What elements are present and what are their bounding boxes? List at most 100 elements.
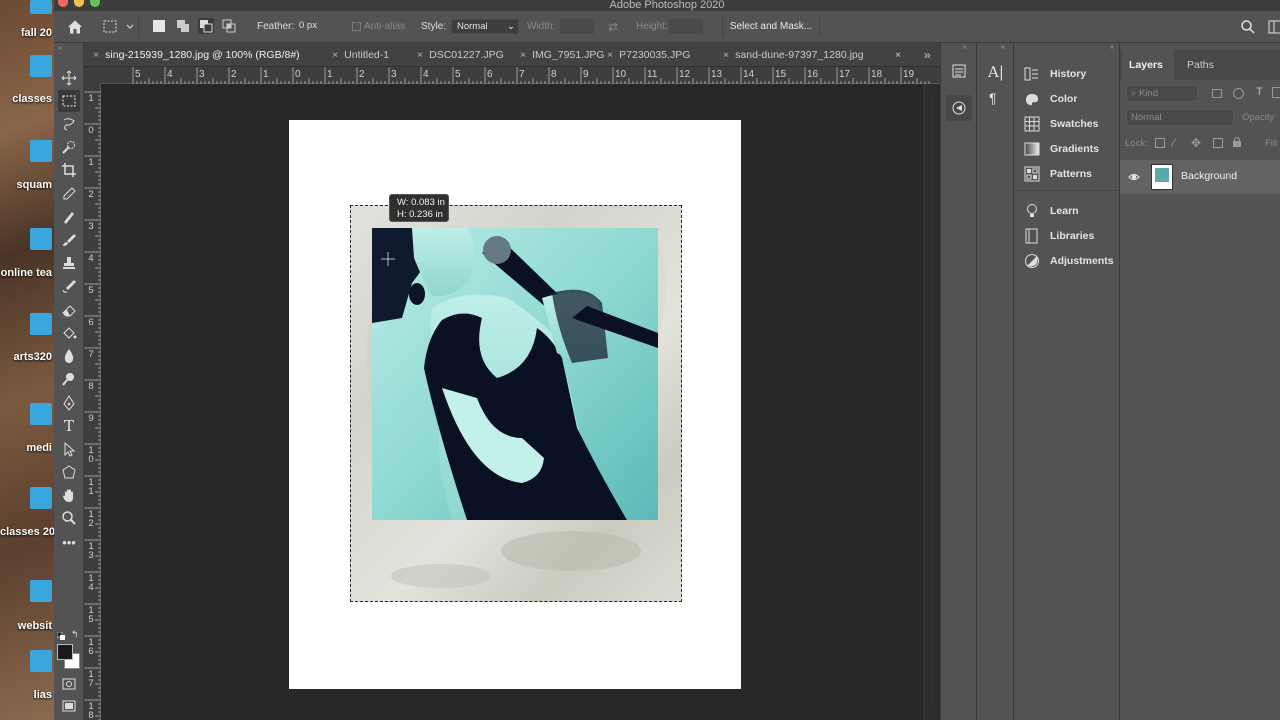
lock-all-icon[interactable] bbox=[1232, 136, 1242, 147]
panel-swatches[interactable]: Swatches bbox=[1024, 114, 1098, 134]
collapse-dock-icon[interactable]: « bbox=[1001, 44, 1005, 51]
desktop-label[interactable]: classes bbox=[0, 93, 54, 105]
tab-paths[interactable]: Paths bbox=[1187, 59, 1214, 71]
desktop-label[interactable]: squam bbox=[0, 179, 54, 191]
path-selection-tool-icon[interactable] bbox=[58, 438, 80, 460]
foreground-color-swatch[interactable] bbox=[57, 644, 73, 660]
desktop-label[interactable]: online tea bbox=[0, 267, 54, 279]
quick-mask-icon[interactable] bbox=[58, 673, 80, 695]
layer-filter-select[interactable]: ⌕ Kind bbox=[1126, 85, 1198, 102]
filter-pixel-icon[interactable] bbox=[1212, 89, 1222, 98]
dodge-tool-icon[interactable] bbox=[58, 368, 80, 390]
default-colors-icon[interactable] bbox=[56, 631, 65, 640]
horizontal-ruler[interactable]: 5 4 3 2 1 0 1 2 3 4 5 6 7 8 9 10 11 12 13 14 15 16 17 18 19 bbox=[101, 67, 940, 84]
vertical-scrollbar[interactable] bbox=[924, 84, 940, 720]
folder-icon[interactable] bbox=[30, 140, 52, 162]
minimize-window-icon[interactable] bbox=[74, 0, 84, 7]
paragraph-panel-icon[interactable]: ¶ bbox=[989, 90, 1007, 108]
workspace-icon[interactable] bbox=[1268, 19, 1280, 35]
intersect-selection-icon[interactable] bbox=[222, 19, 236, 33]
tab-p7230035[interactable]: × P7230035.JPG bbox=[607, 43, 690, 67]
brush-settings-icon[interactable] bbox=[946, 95, 972, 121]
search-icon[interactable] bbox=[1240, 19, 1256, 35]
antialias-checkbox[interactable] bbox=[352, 22, 361, 31]
tab-layers[interactable]: Layers bbox=[1129, 59, 1163, 71]
close-window-icon[interactable] bbox=[58, 0, 68, 7]
quick-select-tool-icon[interactable] bbox=[58, 136, 80, 158]
close-icon[interactable]: × bbox=[332, 49, 338, 61]
move-tool-icon[interactable] bbox=[58, 67, 80, 89]
zoom-window-icon[interactable] bbox=[90, 0, 100, 7]
lock-transparent-icon[interactable] bbox=[1155, 138, 1165, 148]
swap-dimensions-icon[interactable]: ⇄ bbox=[608, 20, 622, 34]
folder-icon[interactable] bbox=[30, 580, 52, 602]
folder-icon[interactable] bbox=[30, 650, 52, 672]
folder-icon[interactable] bbox=[30, 0, 52, 14]
desktop-label[interactable]: arts320 bbox=[0, 351, 54, 363]
desktop-label[interactable]: classes 20 bbox=[0, 526, 54, 538]
blend-mode-select[interactable]: Normal bbox=[1126, 109, 1234, 126]
lock-artboard-icon[interactable] bbox=[1213, 138, 1223, 148]
blur-tool-icon[interactable] bbox=[58, 345, 80, 367]
ruler-corner[interactable] bbox=[84, 67, 101, 84]
close-icon[interactable]: × bbox=[607, 49, 613, 61]
panel-patterns[interactable]: Patterns bbox=[1024, 164, 1092, 184]
lock-position-icon[interactable]: ✥ bbox=[1191, 136, 1201, 150]
filter-shape-icon[interactable] bbox=[1272, 87, 1280, 98]
height-input[interactable] bbox=[669, 19, 703, 34]
healing-brush-tool-icon[interactable] bbox=[58, 206, 80, 228]
folder-icon[interactable] bbox=[30, 487, 52, 509]
swap-colors-icon[interactable]: ↰ bbox=[71, 629, 80, 639]
crop-tool-icon[interactable] bbox=[58, 159, 80, 181]
panel-color[interactable]: Color bbox=[1024, 89, 1077, 109]
clone-stamp-tool-icon[interactable] bbox=[58, 252, 80, 274]
panel-adjustments[interactable]: Adjustments bbox=[1024, 251, 1114, 271]
paint-bucket-tool-icon[interactable] bbox=[58, 322, 80, 344]
style-select[interactable]: Normal ⌄ bbox=[451, 19, 519, 34]
screen-mode-icon[interactable] bbox=[58, 695, 80, 717]
tool-preset-picker[interactable] bbox=[99, 16, 139, 38]
collapse-dock-icon[interactable]: « bbox=[1110, 44, 1114, 51]
filter-type-icon[interactable]: T bbox=[1256, 86, 1263, 98]
panel-gradients[interactable]: Gradients bbox=[1024, 139, 1099, 159]
filter-adjustment-icon[interactable] bbox=[1233, 88, 1244, 99]
tab-dsc01227[interactable]: × DSC01227.JPG bbox=[417, 43, 504, 67]
close-icon[interactable]: × bbox=[723, 49, 729, 61]
character-panel-icon[interactable]: A| bbox=[988, 63, 1006, 81]
close-icon[interactable]: × bbox=[93, 49, 99, 61]
folder-icon[interactable] bbox=[30, 403, 52, 425]
brush-tool-icon[interactable] bbox=[58, 229, 80, 251]
layer-row-background[interactable]: Background bbox=[1120, 160, 1280, 194]
width-input[interactable] bbox=[560, 19, 594, 34]
hand-tool-icon[interactable] bbox=[58, 484, 80, 506]
close-icon[interactable]: × bbox=[895, 43, 901, 67]
history-brush-tool-icon[interactable] bbox=[58, 275, 80, 297]
shape-tool-icon[interactable] bbox=[58, 461, 80, 483]
folder-icon[interactable] bbox=[30, 55, 52, 77]
eyedropper-tool-icon[interactable] bbox=[58, 183, 80, 205]
close-icon[interactable]: × bbox=[520, 49, 526, 61]
tab-img7951[interactable]: × IMG_7951.JPG bbox=[520, 43, 605, 67]
desktop-label[interactable]: medi bbox=[0, 442, 54, 454]
vertical-ruler[interactable]: 10123456789101112131415161718 bbox=[84, 84, 101, 720]
new-selection-icon[interactable] bbox=[153, 20, 165, 32]
folder-icon[interactable] bbox=[30, 228, 52, 250]
close-icon[interactable]: × bbox=[417, 49, 423, 61]
desktop-label[interactable]: fall 20 bbox=[0, 27, 54, 39]
lasso-tool-icon[interactable] bbox=[58, 113, 80, 135]
add-selection-icon[interactable] bbox=[176, 19, 190, 33]
marquee-tool-icon[interactable] bbox=[58, 90, 80, 112]
subtract-selection-icon[interactable] bbox=[198, 18, 214, 34]
pen-tool-icon[interactable] bbox=[58, 392, 80, 414]
desktop-label[interactable]: lias bbox=[0, 689, 54, 701]
eraser-tool-icon[interactable] bbox=[58, 299, 80, 321]
tab-untitled[interactable]: × Untitled-1 bbox=[332, 43, 389, 67]
panel-learn[interactable]: Learn bbox=[1024, 201, 1079, 221]
panel-history[interactable]: History bbox=[1024, 64, 1086, 84]
collapse-dock-icon[interactable]: « bbox=[963, 44, 967, 51]
select-and-mask-button[interactable]: Select and Mask... bbox=[722, 17, 820, 37]
eye-icon[interactable] bbox=[1128, 171, 1140, 183]
more-tools-icon[interactable]: ••• bbox=[58, 531, 80, 553]
tab-sing[interactable]: × sing-215939_1280.jpg @ 100% (RGB/8#) bbox=[93, 43, 300, 67]
feather-input[interactable]: 0 px bbox=[296, 19, 344, 34]
